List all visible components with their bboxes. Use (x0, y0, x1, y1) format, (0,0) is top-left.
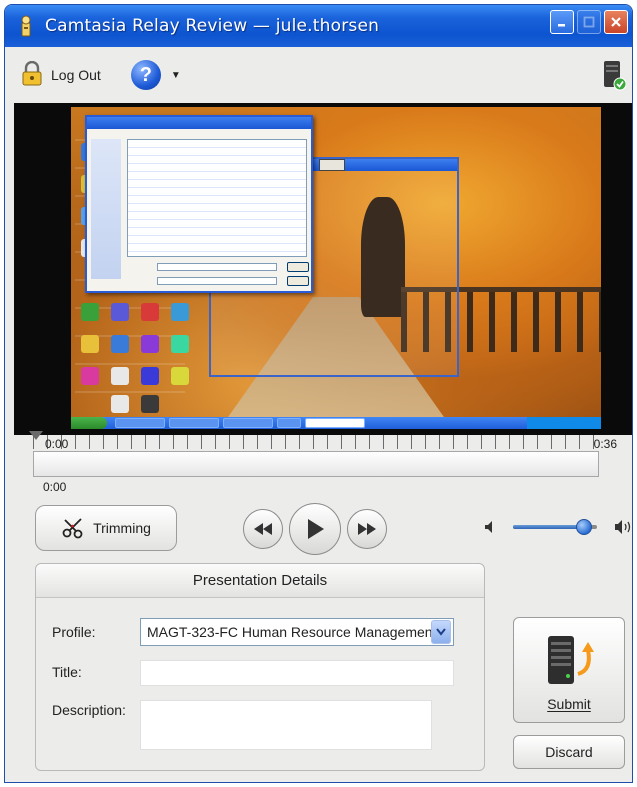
video-preview[interactable] (14, 103, 632, 435)
timeline-start-label: 0:00 (45, 437, 69, 451)
timeline[interactable]: 0:00 0:36 0:00 (29, 431, 617, 495)
title-field[interactable] (140, 660, 454, 686)
timeline-ticks (33, 435, 599, 449)
transport-controls (243, 503, 387, 555)
window-title: Camtasia Relay Review — jule.thorsen (45, 16, 380, 36)
title-bar: Camtasia Relay Review — jule.thorsen (5, 5, 632, 47)
recorded-desktop-frame (71, 107, 601, 429)
trimming-label: Trimming (93, 520, 151, 536)
discard-button[interactable]: Discard (513, 735, 625, 769)
current-time: 0:00 (43, 480, 67, 494)
padlock-icon (21, 60, 43, 90)
relay-app-icon (15, 14, 37, 38)
minimize-button[interactable] (550, 10, 574, 34)
profile-label: Profile: (52, 624, 96, 640)
volume-low-icon (485, 521, 495, 533)
volume-slider-thumb[interactable] (576, 519, 593, 535)
server-status-icon[interactable] (602, 59, 627, 91)
trimming-button[interactable]: Trimming (35, 505, 177, 551)
description-label: Description: (52, 702, 126, 718)
chevron-down-icon[interactable]: ▼ (171, 70, 181, 81)
title-label: Title: (52, 664, 82, 680)
volume-high-icon (615, 519, 632, 535)
description-field[interactable] (140, 700, 432, 750)
timeline-track[interactable] (33, 451, 599, 477)
recorded-taskbar (71, 417, 601, 429)
timeline-end-label: 0:36 (593, 437, 617, 451)
submit-button[interactable]: Submit (513, 617, 625, 723)
server-upload-icon (544, 630, 596, 688)
help-icon[interactable]: ? (130, 60, 161, 90)
logout-button[interactable]: Log Out (21, 60, 101, 90)
profile-value: MAGT-323-FC Human Resource Management (147, 624, 431, 640)
play-button[interactable] (289, 503, 341, 555)
recorded-file-dialog (85, 115, 313, 293)
chevron-down-icon[interactable] (431, 620, 451, 644)
volume-slider[interactable] (513, 519, 597, 535)
fast-forward-button[interactable] (347, 509, 387, 549)
playhead[interactable] (29, 431, 43, 440)
submit-label: Submit (547, 696, 591, 712)
presentation-details-panel: Presentation Details Profile: MAGT-323-F… (35, 563, 485, 771)
toolbar: Log Out ? ▼ (5, 47, 632, 103)
logout-label: Log Out (51, 67, 101, 83)
app-window: Camtasia Relay Review — jule.thorsen Log… (4, 4, 633, 783)
maximize-button[interactable] (577, 10, 601, 34)
close-button[interactable] (604, 10, 628, 34)
profile-select[interactable]: MAGT-323-FC Human Resource Management (140, 618, 454, 646)
panel-heading: Presentation Details (36, 564, 484, 598)
rewind-button[interactable] (243, 509, 283, 549)
scissors-icon (61, 516, 85, 540)
